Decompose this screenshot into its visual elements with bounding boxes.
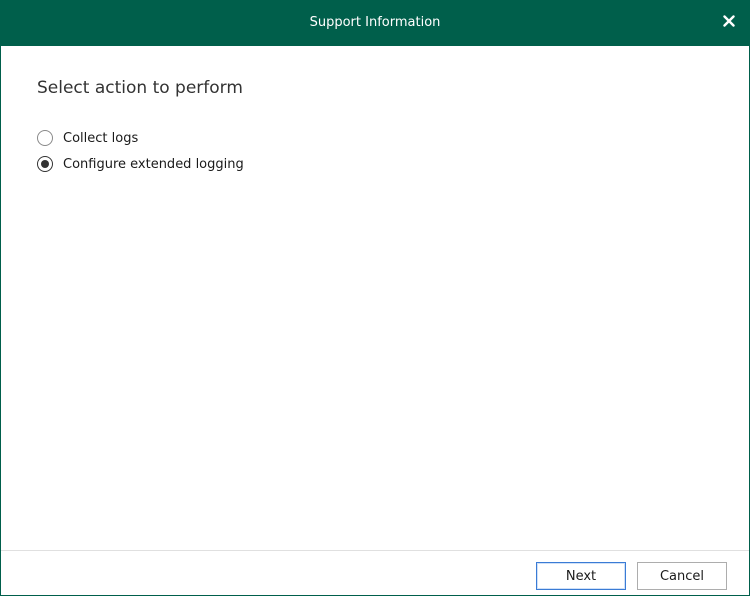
radio-button-selected[interactable] [37,156,53,172]
dialog-title: Support Information [309,15,441,30]
footer-divider [1,550,749,551]
close-button[interactable] [717,11,741,35]
radio-selected-dot [41,160,49,168]
support-information-dialog: Support Information Select action to per… [0,0,750,596]
next-button[interactable]: Next [536,562,626,590]
configure-extended-logging-radio[interactable]: Configure extended logging [37,156,244,172]
close-icon [723,14,735,32]
cancel-button[interactable]: Cancel [637,562,727,590]
collect-logs-label: Collect logs [63,130,139,146]
radio-button-unselected[interactable] [37,130,53,146]
collect-logs-radio[interactable]: Collect logs [37,130,138,146]
configure-extended-logging-label: Configure extended logging [63,156,244,172]
title-bar: Support Information [1,0,749,46]
page-heading: Select action to perform [37,78,243,98]
